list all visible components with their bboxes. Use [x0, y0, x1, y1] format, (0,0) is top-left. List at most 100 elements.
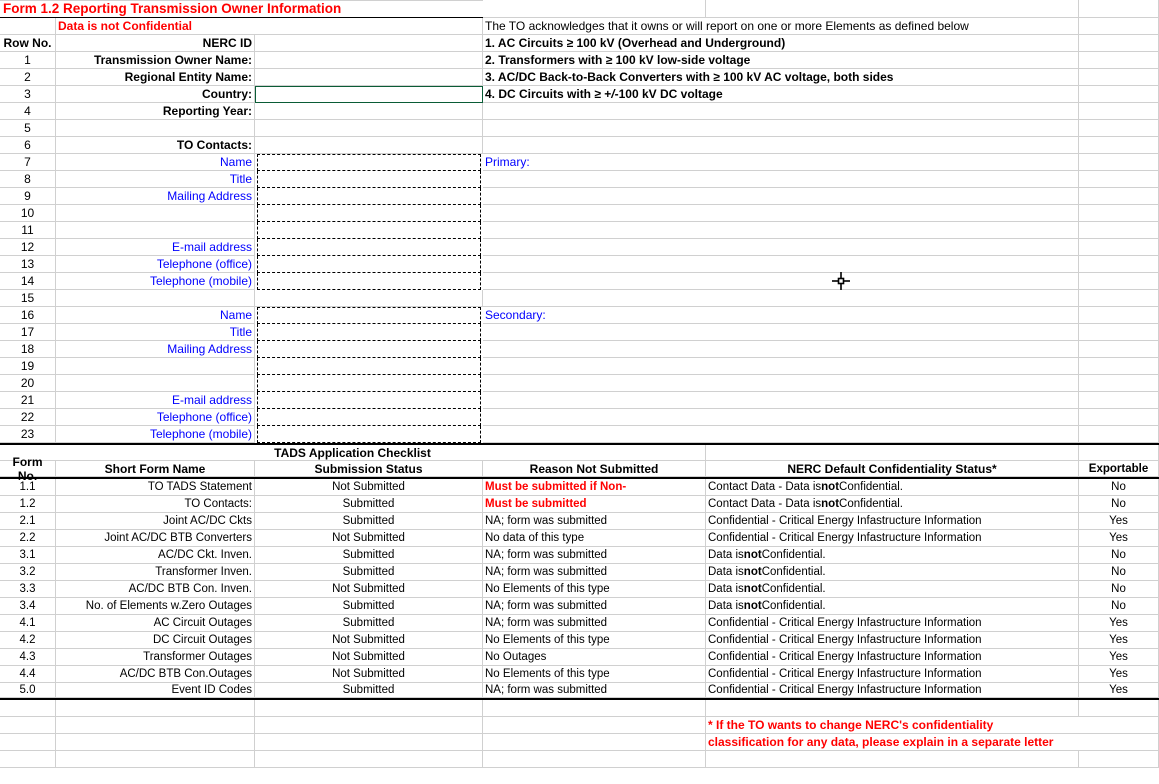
form-no: 1.2 [0, 496, 56, 513]
row-label [56, 205, 255, 222]
blank-cell [483, 273, 1079, 290]
input-cell[interactable] [255, 103, 483, 120]
confidentiality-status: Contact Data - Data is not Confidential. [706, 496, 1079, 513]
row-number: 17 [0, 324, 56, 341]
submission-status: Submitted [255, 513, 483, 530]
row-number: 21 [0, 392, 56, 409]
input-cell[interactable] [255, 86, 483, 103]
reason-not-submitted: NA; form was submitted [483, 564, 706, 581]
input-cell[interactable] [255, 171, 483, 188]
form-no: 3.2 [0, 564, 56, 581]
row-label: Reporting Year: [56, 103, 255, 120]
blank-cell [483, 717, 706, 734]
blank-cell [1079, 290, 1159, 307]
blank-cell [483, 256, 1079, 273]
footer-note-2: classification for any data, please expl… [706, 734, 1159, 751]
exportable: Yes [1079, 666, 1159, 683]
exportable: No [1079, 564, 1159, 581]
reason-not-submitted: Must be submitted [483, 496, 706, 513]
reason-not-submitted: NA; form was submitted [483, 513, 706, 530]
input-cell[interactable] [255, 324, 483, 341]
input-cell[interactable] [255, 392, 483, 409]
input-cell[interactable] [255, 222, 483, 239]
short-form-name: AC/DC Ckt. Inven. [56, 547, 255, 564]
blank-cell [1079, 0, 1159, 18]
input-cell[interactable] [255, 188, 483, 205]
submission-status: Not Submitted [255, 649, 483, 666]
short-form-name: No. of Elements w.Zero Outages [56, 598, 255, 615]
submission-status: Submitted [255, 598, 483, 615]
blank-cell [56, 717, 255, 734]
row-number: 18 [0, 341, 56, 358]
confidentiality-status: Confidential - Critical Energy Infastruc… [706, 530, 1079, 547]
blank-cell [255, 700, 483, 717]
blank-cell [1079, 86, 1159, 103]
input-cell[interactable] [255, 290, 483, 307]
input-cell[interactable] [255, 341, 483, 358]
form-no: 3.3 [0, 581, 56, 598]
blank-cell [1079, 700, 1159, 717]
short-form-name: AC/DC BTB Con.Outages [56, 666, 255, 683]
input-cell[interactable] [255, 154, 483, 171]
row-number: 4 [0, 103, 56, 120]
input-cell[interactable] [255, 307, 483, 324]
blank-cell [1079, 307, 1159, 324]
short-form-name: Event ID Codes [56, 683, 255, 698]
row-number: 23 [0, 426, 56, 443]
submission-status: Submitted [255, 547, 483, 564]
col-export: Exportable [1079, 461, 1159, 477]
form-no: 4.3 [0, 649, 56, 666]
input-cell[interactable] [255, 426, 483, 443]
exportable: No [1079, 598, 1159, 615]
blank-cell [1079, 358, 1159, 375]
input-cell[interactable] [255, 273, 483, 290]
blank-cell [483, 392, 1079, 409]
submission-status: Not Submitted [255, 530, 483, 547]
blank-cell [483, 137, 1079, 154]
blank-cell [483, 222, 1079, 239]
row-label [56, 375, 255, 392]
blank-cell [0, 700, 56, 717]
blank-cell [1079, 375, 1159, 392]
input-cell[interactable] [255, 409, 483, 426]
exportable: No [1079, 547, 1159, 564]
input-cell[interactable] [255, 256, 483, 273]
row-number: 5 [0, 120, 56, 137]
row-number: 7 [0, 154, 56, 171]
row-label: E-mail address [56, 239, 255, 256]
row-label [56, 222, 255, 239]
input-cell[interactable] [255, 205, 483, 222]
input-cell[interactable] [255, 375, 483, 392]
blank-cell [483, 426, 1079, 443]
form-no: 4.4 [0, 666, 56, 683]
blank-cell [1079, 426, 1159, 443]
reason-not-submitted: Must be submitted if Non- [483, 479, 706, 496]
confidentiality-status: Confidential - Critical Energy Infastruc… [706, 683, 1079, 698]
exportable: No [1079, 581, 1159, 598]
blank-cell [483, 120, 1079, 137]
row-label: Mailing Address [56, 341, 255, 358]
form-no: 3.4 [0, 598, 56, 615]
short-form-name: Joint AC/DC BTB Converters [56, 530, 255, 547]
submission-status: Not Submitted [255, 666, 483, 683]
input-cell[interactable] [255, 137, 483, 154]
row-label [56, 358, 255, 375]
row-label: Mailing Address [56, 188, 255, 205]
input-cell[interactable] [255, 239, 483, 256]
col-form-no: Form No. [0, 461, 56, 477]
input-cell[interactable] [255, 52, 483, 69]
blank-cell [483, 205, 1079, 222]
blank-cell [483, 290, 1079, 307]
blank-cell [483, 103, 1079, 120]
exportable: Yes [1079, 649, 1159, 666]
input-cell[interactable] [255, 120, 483, 137]
confidential-note: Data is not Confidential [56, 18, 483, 35]
input-cell[interactable] [255, 69, 483, 86]
definition-3: 3. AC/DC Back-to-Back Converters with ≥ … [483, 69, 1079, 86]
blank-cell [1079, 445, 1159, 461]
input-cell[interactable] [255, 358, 483, 375]
blank-cell [1079, 239, 1159, 256]
short-form-name: DC Circuit Outages [56, 632, 255, 649]
blank-cell [1079, 154, 1159, 171]
contact-side-label: Primary: [483, 154, 1079, 171]
